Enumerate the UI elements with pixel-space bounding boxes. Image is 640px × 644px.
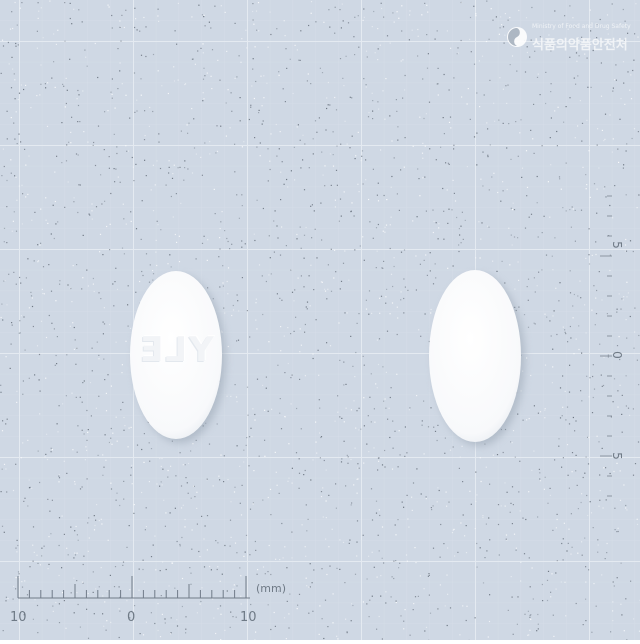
side-label-center: 0 — [610, 351, 624, 359]
ruler-unit: (mm) — [256, 582, 286, 595]
grid-lines — [0, 0, 640, 640]
tablet-imprint: YLE — [128, 330, 224, 370]
watermark-line2: 식품의약품안전처 — [532, 34, 628, 53]
pill-photo: YLE Ministry of Food and Drug Safety 식품의… — [0, 0, 640, 640]
side-label-top: 5 — [610, 241, 624, 249]
watermark: Ministry of Food and Drug Safety 식품의약품안전… — [506, 20, 626, 56]
ruler-label-center: 0 — [127, 610, 135, 625]
photo-canvas — [0, 0, 640, 640]
ruler-label-left: 10 — [10, 610, 27, 625]
tablet-back — [429, 270, 521, 442]
watermark-line1: Ministry of Food and Drug Safety — [532, 23, 631, 30]
side-label-bottom: 5 — [610, 452, 624, 460]
agency-logo-icon — [506, 20, 528, 54]
ruler-label-right: 10 — [240, 610, 257, 625]
